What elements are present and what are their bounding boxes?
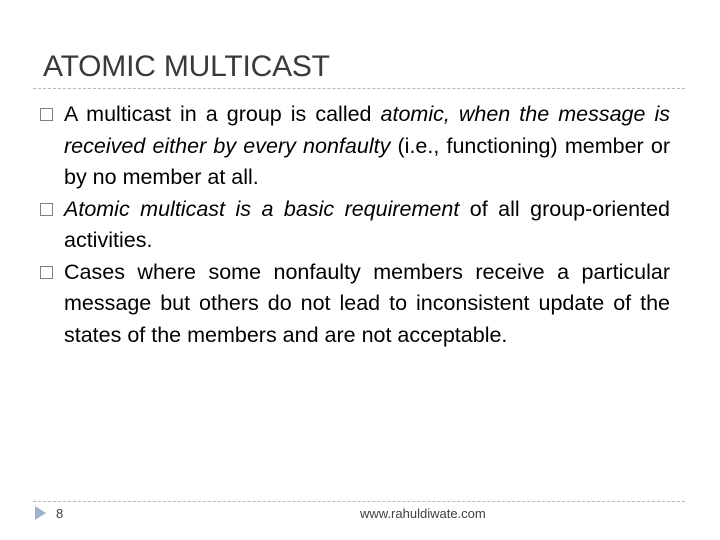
- bullet-item: Cases where some nonfaulty members recei…: [40, 257, 670, 352]
- square-bullet-icon: [40, 108, 53, 121]
- bullet-text-segment: A multicast in a group is called: [64, 102, 381, 126]
- slide-title: ATOMIC MULTICAST: [43, 50, 330, 83]
- square-bullet-icon: [40, 265, 53, 279]
- bullet-item: Atomic multicast is a basic requirement …: [40, 194, 670, 257]
- bullet-item: A multicast in a group is called atomic,…: [40, 99, 670, 194]
- triangle-arrow-icon: [35, 506, 46, 520]
- square-bullet-icon: [40, 202, 53, 216]
- bullet-list: A multicast in a group is called atomic,…: [40, 99, 670, 351]
- footer-divider: [33, 501, 685, 502]
- bullet-text-segment-italic: Atomic multicast is a basic requirement: [64, 196, 460, 221]
- page-number: 8: [56, 506, 64, 521]
- title-divider: [33, 88, 685, 89]
- bullet-text-segment: Cases where some nonfaulty members recei…: [64, 259, 670, 347]
- footer-url: www.rahuldiwate.com: [360, 506, 486, 521]
